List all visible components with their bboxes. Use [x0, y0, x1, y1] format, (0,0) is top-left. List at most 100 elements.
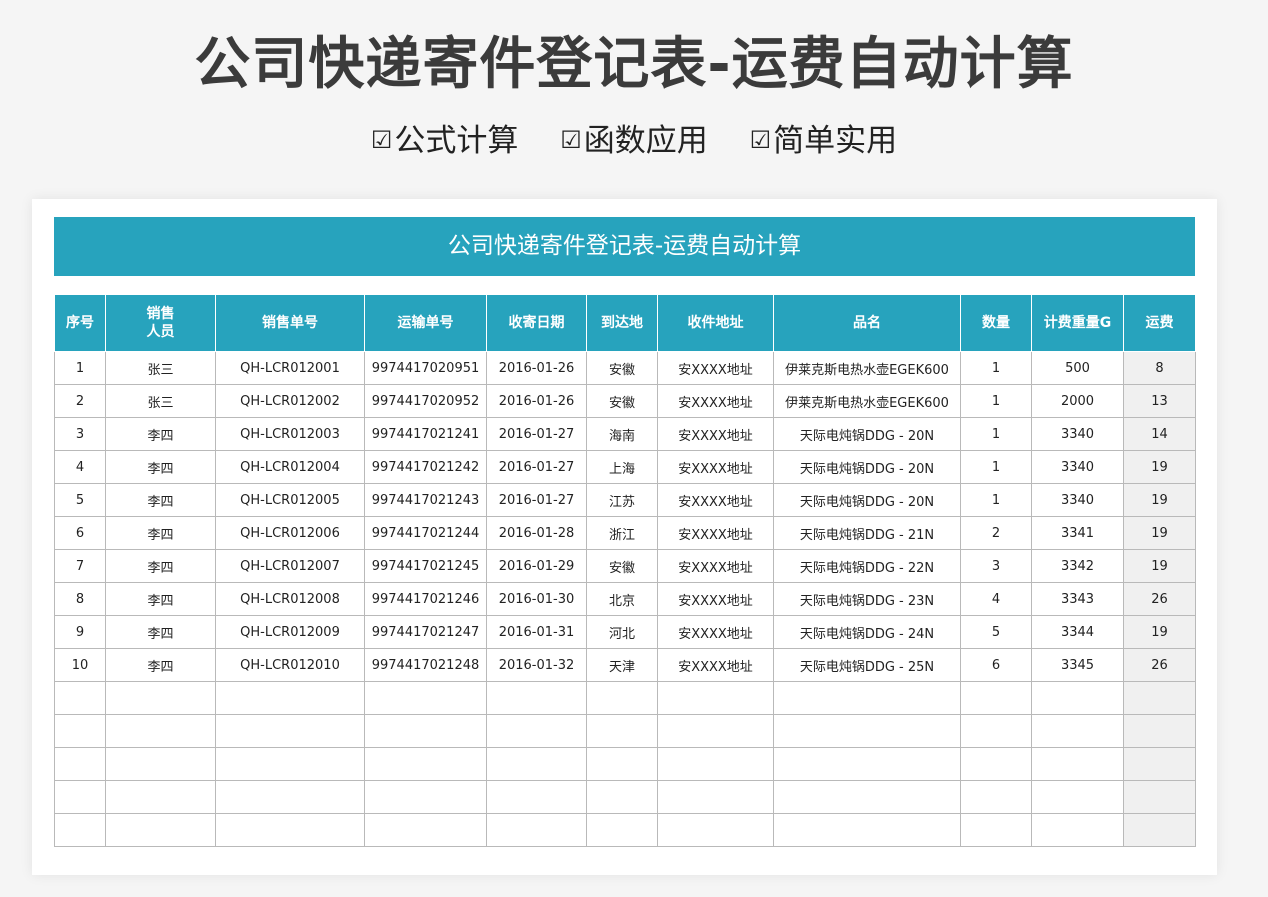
cell-weight[interactable]: 3345: [1031, 648, 1124, 682]
empty-cell-product[interactable]: [773, 813, 961, 847]
cell-address[interactable]: 安XXXX地址: [657, 549, 774, 583]
header-seller[interactable]: 销售 人员: [105, 294, 216, 352]
empty-cell-address[interactable]: [657, 747, 774, 781]
cell-tracking-no[interactable]: 9974417021243: [364, 483, 487, 517]
empty-cell-date[interactable]: [486, 681, 587, 715]
empty-cell-destination[interactable]: [586, 681, 658, 715]
header-product[interactable]: 品名: [773, 294, 961, 352]
empty-cell-destination[interactable]: [586, 747, 658, 781]
cell-destination[interactable]: 安徽: [586, 384, 658, 418]
cell-destination[interactable]: 北京: [586, 582, 658, 616]
empty-cell-order-no[interactable]: [215, 780, 365, 814]
cell-address[interactable]: 安XXXX地址: [657, 384, 774, 418]
cell-tracking-no[interactable]: 9974417021242: [364, 450, 487, 484]
empty-cell-fee[interactable]: [1123, 747, 1196, 781]
cell-weight[interactable]: 3342: [1031, 549, 1124, 583]
cell-weight[interactable]: 3341: [1031, 516, 1124, 550]
empty-cell-seller[interactable]: [105, 813, 216, 847]
cell-fee[interactable]: 8: [1123, 351, 1196, 385]
cell-seller[interactable]: 李四: [105, 582, 216, 616]
cell-order-no[interactable]: QH-LCR012006: [215, 516, 365, 550]
cell-seller[interactable]: 李四: [105, 549, 216, 583]
header-seq[interactable]: 序号: [54, 294, 106, 352]
cell-order-no[interactable]: QH-LCR012004: [215, 450, 365, 484]
cell-destination[interactable]: 天津: [586, 648, 658, 682]
empty-cell-seller[interactable]: [105, 747, 216, 781]
cell-product[interactable]: 天际电炖锅DDG - 21N: [773, 516, 961, 550]
cell-weight[interactable]: 3340: [1031, 417, 1124, 451]
cell-tracking-no[interactable]: 9974417021245: [364, 549, 487, 583]
empty-cell-weight[interactable]: [1031, 681, 1124, 715]
cell-tracking-no[interactable]: 9974417021241: [364, 417, 487, 451]
cell-seller[interactable]: 李四: [105, 648, 216, 682]
cell-seller[interactable]: 李四: [105, 516, 216, 550]
cell-seq[interactable]: 4: [54, 450, 106, 484]
cell-product[interactable]: 天际电炖锅DDG - 22N: [773, 549, 961, 583]
empty-cell-weight[interactable]: [1031, 747, 1124, 781]
cell-order-no[interactable]: QH-LCR012005: [215, 483, 365, 517]
cell-fee[interactable]: 26: [1123, 648, 1196, 682]
empty-cell-date[interactable]: [486, 780, 587, 814]
empty-cell-product[interactable]: [773, 681, 961, 715]
cell-destination[interactable]: 浙江: [586, 516, 658, 550]
cell-seq[interactable]: 3: [54, 417, 106, 451]
cell-weight[interactable]: 3340: [1031, 483, 1124, 517]
cell-seq[interactable]: 1: [54, 351, 106, 385]
cell-quantity[interactable]: 2: [960, 516, 1032, 550]
empty-cell-order-no[interactable]: [215, 813, 365, 847]
empty-cell-quantity[interactable]: [960, 681, 1032, 715]
cell-date[interactable]: 2016-01-31: [486, 615, 587, 649]
cell-seq[interactable]: 7: [54, 549, 106, 583]
cell-product[interactable]: 天际电炖锅DDG - 20N: [773, 450, 961, 484]
empty-cell-weight[interactable]: [1031, 714, 1124, 748]
cell-quantity[interactable]: 1: [960, 384, 1032, 418]
cell-seq[interactable]: 5: [54, 483, 106, 517]
empty-cell-weight[interactable]: [1031, 813, 1124, 847]
empty-cell-destination[interactable]: [586, 813, 658, 847]
empty-cell-quantity[interactable]: [960, 813, 1032, 847]
cell-address[interactable]: 安XXXX地址: [657, 615, 774, 649]
cell-product[interactable]: 天际电炖锅DDG - 20N: [773, 483, 961, 517]
cell-date[interactable]: 2016-01-26: [486, 384, 587, 418]
cell-fee[interactable]: 13: [1123, 384, 1196, 418]
cell-tracking-no[interactable]: 9974417020951: [364, 351, 487, 385]
cell-tracking-no[interactable]: 9974417021244: [364, 516, 487, 550]
empty-cell-seller[interactable]: [105, 681, 216, 715]
empty-cell-seller[interactable]: [105, 714, 216, 748]
cell-destination[interactable]: 安徽: [586, 351, 658, 385]
cell-date[interactable]: 2016-01-26: [486, 351, 587, 385]
cell-address[interactable]: 安XXXX地址: [657, 417, 774, 451]
cell-destination[interactable]: 海南: [586, 417, 658, 451]
cell-tracking-no[interactable]: 9974417021246: [364, 582, 487, 616]
cell-product[interactable]: 天际电炖锅DDG - 20N: [773, 417, 961, 451]
cell-fee[interactable]: 19: [1123, 549, 1196, 583]
cell-quantity[interactable]: 5: [960, 615, 1032, 649]
cell-seller[interactable]: 李四: [105, 417, 216, 451]
cell-date[interactable]: 2016-01-27: [486, 483, 587, 517]
empty-cell-fee[interactable]: [1123, 681, 1196, 715]
cell-product[interactable]: 天际电炖锅DDG - 25N: [773, 648, 961, 682]
cell-weight[interactable]: 3344: [1031, 615, 1124, 649]
cell-quantity[interactable]: 4: [960, 582, 1032, 616]
cell-fee[interactable]: 14: [1123, 417, 1196, 451]
cell-order-no[interactable]: QH-LCR012002: [215, 384, 365, 418]
header-order-no[interactable]: 销售单号: [215, 294, 365, 352]
cell-seq[interactable]: 9: [54, 615, 106, 649]
cell-product[interactable]: 天际电炖锅DDG - 24N: [773, 615, 961, 649]
empty-cell-date[interactable]: [486, 813, 587, 847]
cell-order-no[interactable]: QH-LCR012001: [215, 351, 365, 385]
empty-cell-seq[interactable]: [54, 681, 106, 715]
empty-cell-destination[interactable]: [586, 780, 658, 814]
cell-order-no[interactable]: QH-LCR012008: [215, 582, 365, 616]
empty-cell-fee[interactable]: [1123, 714, 1196, 748]
cell-order-no[interactable]: QH-LCR012009: [215, 615, 365, 649]
cell-seller[interactable]: 李四: [105, 450, 216, 484]
cell-address[interactable]: 安XXXX地址: [657, 582, 774, 616]
header-fee[interactable]: 运费: [1123, 294, 1196, 352]
cell-order-no[interactable]: QH-LCR012003: [215, 417, 365, 451]
cell-weight[interactable]: 3340: [1031, 450, 1124, 484]
empty-cell-address[interactable]: [657, 714, 774, 748]
empty-cell-address[interactable]: [657, 780, 774, 814]
cell-seller[interactable]: 李四: [105, 483, 216, 517]
empty-cell-tracking-no[interactable]: [364, 714, 487, 748]
